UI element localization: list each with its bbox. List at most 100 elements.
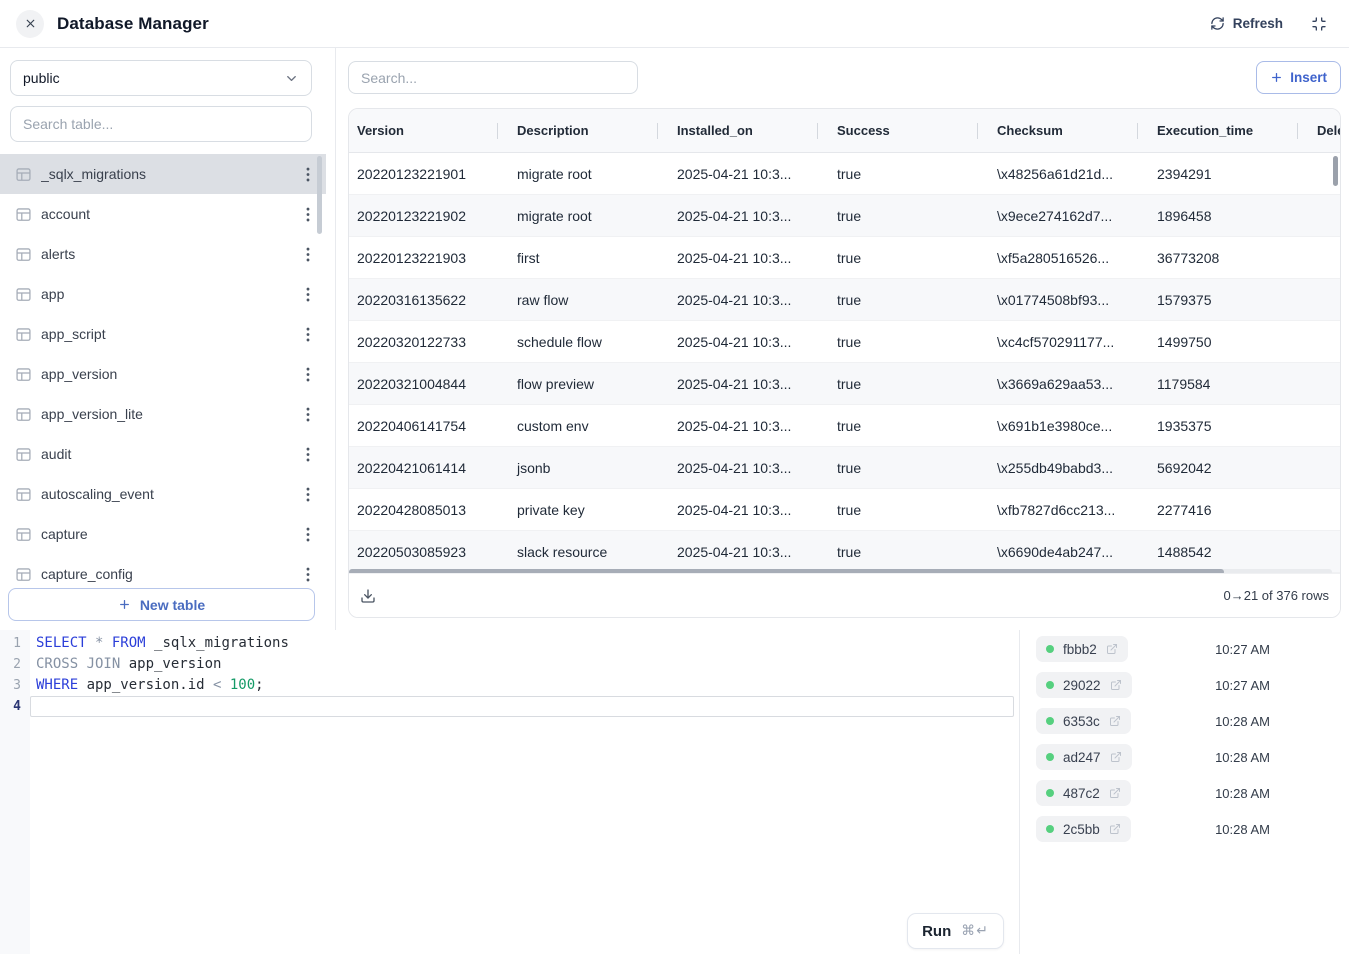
table-row[interactable]: 20220320122733 schedule flow 2025-04-21 … xyxy=(349,321,1340,363)
cell-checksum[interactable]: \x6690de4ab247... xyxy=(989,531,1149,572)
history-query-button[interactable]: 6353c xyxy=(1036,708,1131,734)
cell-checksum[interactable]: \x255db49babd3... xyxy=(989,447,1149,488)
column-header[interactable]: Installed_on xyxy=(669,109,829,152)
cell-installed-on[interactable]: 2025-04-21 10:3... xyxy=(669,279,829,320)
cell-installed-on[interactable]: 2025-04-21 10:3... xyxy=(669,447,829,488)
cell-success[interactable]: true xyxy=(829,489,989,530)
table-list-item[interactable]: app xyxy=(0,274,326,314)
table-list-item[interactable]: app_script xyxy=(0,314,326,354)
close-button[interactable] xyxy=(16,10,44,38)
cell-installed-on[interactable]: 2025-04-21 10:3... xyxy=(669,321,829,362)
table-item-menu-button[interactable] xyxy=(300,403,316,426)
cell-execution-time[interactable]: 5692042 xyxy=(1149,447,1309,488)
cell-success[interactable]: true xyxy=(829,531,989,572)
table-list-item[interactable]: app_version xyxy=(0,354,326,394)
cell-success[interactable]: true xyxy=(829,363,989,404)
cell-installed-on[interactable]: 2025-04-21 10:3... xyxy=(669,531,829,572)
cell-deleted[interactable] xyxy=(1309,405,1340,446)
code-line[interactable]: 4 xyxy=(0,696,1014,717)
cell-version[interactable]: 20220421061414 xyxy=(349,447,509,488)
table-row[interactable]: 20220123221903 first 2025-04-21 10:3... … xyxy=(349,237,1340,279)
cell-execution-time[interactable]: 1896458 xyxy=(1149,195,1309,236)
cell-version[interactable]: 20220123221902 xyxy=(349,195,509,236)
cell-version[interactable]: 20220320122733 xyxy=(349,321,509,362)
cell-installed-on[interactable]: 2025-04-21 10:3... xyxy=(669,489,829,530)
cell-success[interactable]: true xyxy=(829,447,989,488)
cell-deleted[interactable] xyxy=(1309,237,1340,278)
cell-checksum[interactable]: \xf5a280516526... xyxy=(989,237,1149,278)
table-row[interactable]: 20220406141754 custom env 2025-04-21 10:… xyxy=(349,405,1340,447)
cell-deleted[interactable] xyxy=(1309,489,1340,530)
cell-checksum[interactable]: \x48256a61d21d... xyxy=(989,153,1149,194)
column-header[interactable]: Dele xyxy=(1309,109,1340,152)
cell-execution-time[interactable]: 2277416 xyxy=(1149,489,1309,530)
new-table-button[interactable]: New table xyxy=(8,588,315,621)
cell-description[interactable]: first xyxy=(509,237,669,278)
table-list-item[interactable]: capture xyxy=(0,514,326,554)
cell-execution-time[interactable]: 1499750 xyxy=(1149,321,1309,362)
code-line[interactable]: 1SELECT * FROM _sqlx_migrations xyxy=(0,633,1014,654)
column-header[interactable]: Description xyxy=(509,109,669,152)
table-item-menu-button[interactable] xyxy=(300,483,316,506)
code-line[interactable]: 2CROSS JOIN app_version xyxy=(0,654,1014,675)
refresh-button[interactable]: Refresh xyxy=(1210,16,1283,31)
code-line-content[interactable]: WHERE app_version.id < 100; xyxy=(30,675,1014,696)
cell-description[interactable]: flow preview xyxy=(509,363,669,404)
cell-description[interactable]: jsonb xyxy=(509,447,669,488)
table-row[interactable]: 20220321004844 flow preview 2025-04-21 1… xyxy=(349,363,1340,405)
table-row[interactable]: 20220428085013 private key 2025-04-21 10… xyxy=(349,489,1340,531)
cell-deleted[interactable] xyxy=(1309,195,1340,236)
code-line[interactable]: 3WHERE app_version.id < 100; xyxy=(0,675,1014,696)
table-list-item[interactable]: alerts xyxy=(0,234,326,274)
column-header[interactable]: Checksum xyxy=(989,109,1149,152)
table-row[interactable]: 20220123221902 migrate root 2025-04-21 1… xyxy=(349,195,1340,237)
cell-checksum[interactable]: \x691b1e3980ce... xyxy=(989,405,1149,446)
table-row[interactable]: 20220316135622 raw flow 2025-04-21 10:3.… xyxy=(349,279,1340,321)
sidebar-scrollbar[interactable] xyxy=(317,156,322,234)
history-query-button[interactable]: fbbb2 xyxy=(1036,636,1128,662)
cell-deleted[interactable] xyxy=(1309,279,1340,320)
cell-execution-time[interactable]: 36773208 xyxy=(1149,237,1309,278)
table-list-item[interactable]: autoscaling_event xyxy=(0,474,326,514)
table-row[interactable]: 20220421061414 jsonb 2025-04-21 10:3... … xyxy=(349,447,1340,489)
table-list-item[interactable]: app_version_lite xyxy=(0,394,326,434)
cell-installed-on[interactable]: 2025-04-21 10:3... xyxy=(669,405,829,446)
cell-version[interactable]: 20220316135622 xyxy=(349,279,509,320)
cell-execution-time[interactable]: 2394291 xyxy=(1149,153,1309,194)
sql-editor-lines[interactable]: 1SELECT * FROM _sqlx_migrations2CROSS JO… xyxy=(0,633,1014,717)
cell-installed-on[interactable]: 2025-04-21 10:3... xyxy=(669,363,829,404)
table-item-menu-button[interactable] xyxy=(300,203,316,226)
cell-execution-time[interactable]: 1179584 xyxy=(1149,363,1309,404)
table-item-menu-button[interactable] xyxy=(300,163,316,186)
cell-success[interactable]: true xyxy=(829,237,989,278)
cell-deleted[interactable] xyxy=(1309,531,1340,572)
column-header[interactable]: Success xyxy=(829,109,989,152)
vertical-scrollbar-thumb[interactable] xyxy=(1333,156,1338,186)
cell-version[interactable]: 20220503085923 xyxy=(349,531,509,572)
code-line-content[interactable]: CROSS JOIN app_version xyxy=(30,654,1014,675)
cell-checksum[interactable]: \x01774508bf93... xyxy=(989,279,1149,320)
cell-installed-on[interactable]: 2025-04-21 10:3... xyxy=(669,195,829,236)
cell-checksum[interactable]: \x3669a629aa53... xyxy=(989,363,1149,404)
history-query-button[interactable]: ad247 xyxy=(1036,744,1132,770)
cell-deleted[interactable] xyxy=(1309,321,1340,362)
sql-editor[interactable]: 1SELECT * FROM _sqlx_migrations2CROSS JO… xyxy=(0,630,1020,954)
insert-button[interactable]: Insert xyxy=(1256,61,1341,94)
table-list-item[interactable]: audit xyxy=(0,434,326,474)
cell-success[interactable]: true xyxy=(829,321,989,362)
cell-description[interactable]: migrate root xyxy=(509,153,669,194)
cell-installed-on[interactable]: 2025-04-21 10:3... xyxy=(669,153,829,194)
schema-select[interactable]: public xyxy=(10,60,312,96)
cell-execution-time[interactable]: 1488542 xyxy=(1149,531,1309,572)
table-item-menu-button[interactable] xyxy=(300,243,316,266)
code-line-content[interactable] xyxy=(30,696,1014,717)
cell-execution-time[interactable]: 1935375 xyxy=(1149,405,1309,446)
row-search-input[interactable] xyxy=(348,61,638,94)
download-button[interactable] xyxy=(360,588,376,604)
cell-success[interactable]: true xyxy=(829,195,989,236)
cell-success[interactable]: true xyxy=(829,153,989,194)
cell-version[interactable]: 20220406141754 xyxy=(349,405,509,446)
cell-deleted[interactable] xyxy=(1309,447,1340,488)
table-item-menu-button[interactable] xyxy=(300,363,316,386)
cell-checksum[interactable]: \xfb7827d6cc213... xyxy=(989,489,1149,530)
